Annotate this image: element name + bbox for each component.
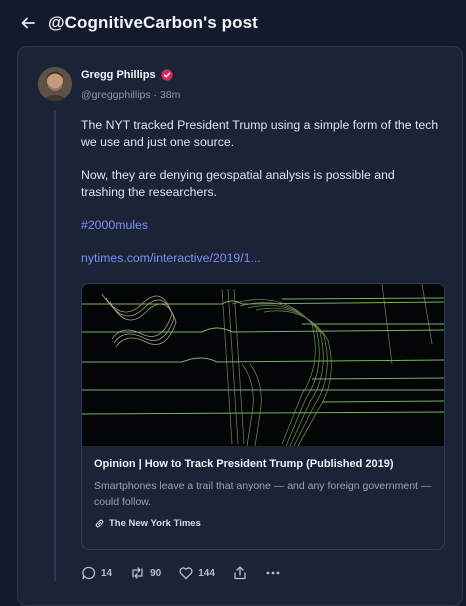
repost-icon [132,567,143,579]
post-body: The NYT tracked President Trump using a … [81,117,441,283]
link-icon [95,519,104,528]
repost-count: 90 [150,567,162,579]
like-icon [179,567,193,580]
more-icon [266,571,280,575]
post-card: Gregg Phillips @greggphillips · 38m The … [17,46,463,606]
author-name[interactable]: Gregg Phillips [81,69,156,81]
link-card-source-label: The New York Times [109,518,201,529]
top-bar: @CognitiveCarbon's post [0,0,466,46]
share-icon [234,566,246,580]
post-actions: 14 90 144 [81,562,298,584]
avatar[interactable] [38,67,72,101]
post-url-link[interactable]: nytimes.com/interactive/2019/1... [81,251,261,265]
link-preview-card[interactable]: Opinion | How to Track President Trump (… [81,283,445,550]
link-card-source: The New York Times [94,518,432,529]
back-arrow-icon [21,17,35,29]
like-button[interactable]: 144 [178,565,215,581]
thread-line [54,111,56,581]
back-button[interactable] [18,13,38,33]
reply-button[interactable]: 14 [81,565,112,581]
verified-badge-icon [160,69,173,81]
author-name-row[interactable]: Gregg Phillips [81,69,173,81]
hashtag-link[interactable]: #2000mules [81,218,148,232]
repost-button[interactable]: 90 [129,565,161,581]
post-paragraph: Now, they are denying geospatial analysi… [81,168,395,199]
reply-icon [82,566,96,580]
post-paragraph: The NYT tracked President Trump using a … [81,118,439,149]
more-options-button[interactable] [265,565,281,581]
like-count: 144 [198,567,215,579]
share-button[interactable] [232,565,248,581]
page-title: @CognitiveCarbon's post [48,13,258,32]
link-card-description: Smartphones leave a trail that anyone — … [94,480,432,508]
reply-count: 14 [101,567,113,579]
link-card-title: Opinion | How to Track President Trump (… [94,458,394,470]
link-preview-image [82,284,444,446]
author-handle-time: @greggphillips · 38m [81,89,181,101]
